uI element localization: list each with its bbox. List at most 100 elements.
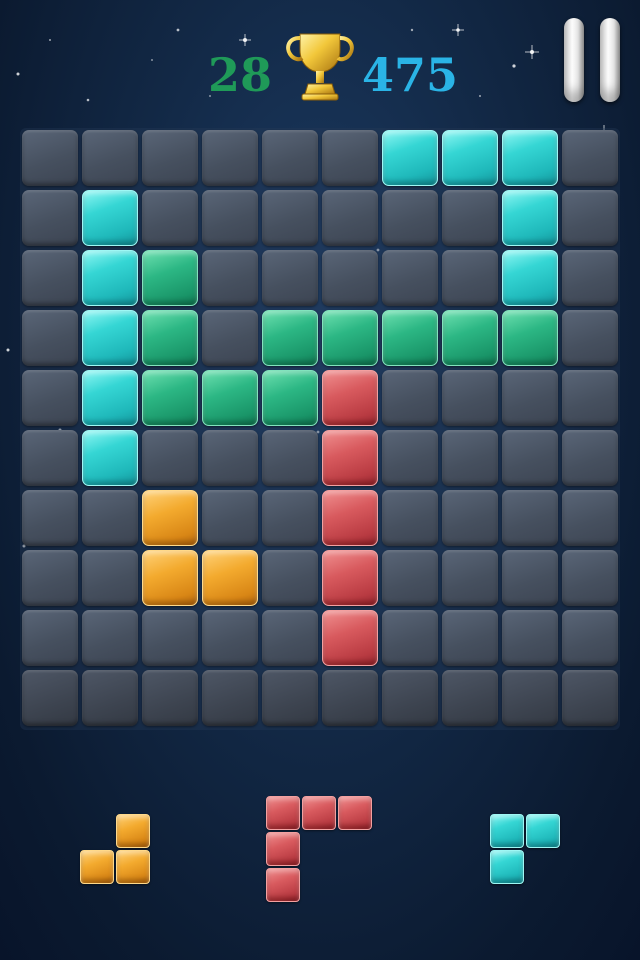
empty-cell[interactable] [202,250,258,306]
empty-cell[interactable] [562,550,618,606]
empty-cell[interactable] [202,190,258,246]
empty-cell[interactable] [442,250,498,306]
empty-cell[interactable] [562,370,618,426]
empty-cell[interactable] [22,610,78,666]
empty-cell[interactable] [442,370,498,426]
empty-cell[interactable] [262,250,318,306]
empty-cell[interactable] [382,610,438,666]
cyan-block[interactable] [382,130,438,186]
empty-cell[interactable] [502,670,558,726]
empty-cell[interactable] [442,190,498,246]
empty-cell[interactable] [322,190,378,246]
empty-cell[interactable] [262,670,318,726]
empty-cell[interactable] [562,190,618,246]
empty-cell[interactable] [202,490,258,546]
empty-cell[interactable] [262,130,318,186]
empty-cell[interactable] [202,310,258,366]
empty-cell[interactable] [442,550,498,606]
pause-button[interactable] [560,18,626,104]
empty-cell[interactable] [22,130,78,186]
cyan-block[interactable] [442,130,498,186]
orange-block[interactable] [142,490,198,546]
empty-cell[interactable] [262,550,318,606]
cyan-block[interactable] [82,370,138,426]
green-block[interactable] [382,310,438,366]
green-block[interactable] [202,370,258,426]
green-block[interactable] [142,250,198,306]
empty-cell[interactable] [82,490,138,546]
green-block[interactable] [262,370,318,426]
cyan-block[interactable] [82,310,138,366]
red-block[interactable] [322,430,378,486]
empty-cell[interactable] [82,610,138,666]
empty-cell[interactable] [562,490,618,546]
cyan-block[interactable] [82,250,138,306]
empty-cell[interactable] [382,190,438,246]
empty-cell[interactable] [382,670,438,726]
red-block[interactable] [322,490,378,546]
empty-cell[interactable] [442,670,498,726]
empty-cell[interactable] [262,490,318,546]
empty-cell[interactable] [382,430,438,486]
empty-cell[interactable] [502,370,558,426]
empty-cell[interactable] [262,610,318,666]
red-block[interactable] [322,550,378,606]
cyan-block[interactable] [82,190,138,246]
green-block[interactable] [502,310,558,366]
empty-cell[interactable] [442,610,498,666]
green-block[interactable] [442,310,498,366]
cyan-block[interactable] [82,430,138,486]
empty-cell[interactable] [262,190,318,246]
empty-cell[interactable] [382,250,438,306]
empty-cell[interactable] [502,430,558,486]
green-block[interactable] [142,310,198,366]
empty-cell[interactable] [202,130,258,186]
empty-cell[interactable] [202,430,258,486]
empty-cell[interactable] [562,610,618,666]
green-block[interactable] [262,310,318,366]
empty-cell[interactable] [562,130,618,186]
empty-cell[interactable] [322,250,378,306]
orange-block[interactable] [142,550,198,606]
green-block[interactable] [322,310,378,366]
orange-block[interactable] [202,550,258,606]
empty-cell[interactable] [82,670,138,726]
empty-cell[interactable] [442,490,498,546]
game-board[interactable] [20,128,620,730]
empty-cell[interactable] [262,430,318,486]
empty-cell[interactable] [322,670,378,726]
empty-cell[interactable] [22,370,78,426]
empty-cell[interactable] [142,190,198,246]
empty-cell[interactable] [502,550,558,606]
empty-cell[interactable] [82,130,138,186]
cyan-block[interactable] [502,190,558,246]
empty-cell[interactable] [82,550,138,606]
empty-cell[interactable] [142,130,198,186]
cyan-block[interactable] [502,130,558,186]
empty-cell[interactable] [22,490,78,546]
empty-cell[interactable] [202,610,258,666]
empty-cell[interactable] [22,190,78,246]
empty-cell[interactable] [562,250,618,306]
empty-cell[interactable] [382,550,438,606]
empty-cell[interactable] [202,670,258,726]
empty-cell[interactable] [142,610,198,666]
green-block[interactable] [142,370,198,426]
empty-cell[interactable] [142,670,198,726]
empty-cell[interactable] [382,370,438,426]
empty-cell[interactable] [382,490,438,546]
empty-cell[interactable] [22,310,78,366]
cyan-block[interactable] [502,250,558,306]
red-block[interactable] [322,610,378,666]
empty-cell[interactable] [22,670,78,726]
empty-cell[interactable] [442,430,498,486]
empty-cell[interactable] [562,670,618,726]
empty-cell[interactable] [22,250,78,306]
empty-cell[interactable] [142,430,198,486]
empty-cell[interactable] [322,130,378,186]
red-block[interactable] [322,370,378,426]
empty-cell[interactable] [562,430,618,486]
empty-cell[interactable] [502,610,558,666]
empty-cell[interactable] [562,310,618,366]
empty-cell[interactable] [502,490,558,546]
